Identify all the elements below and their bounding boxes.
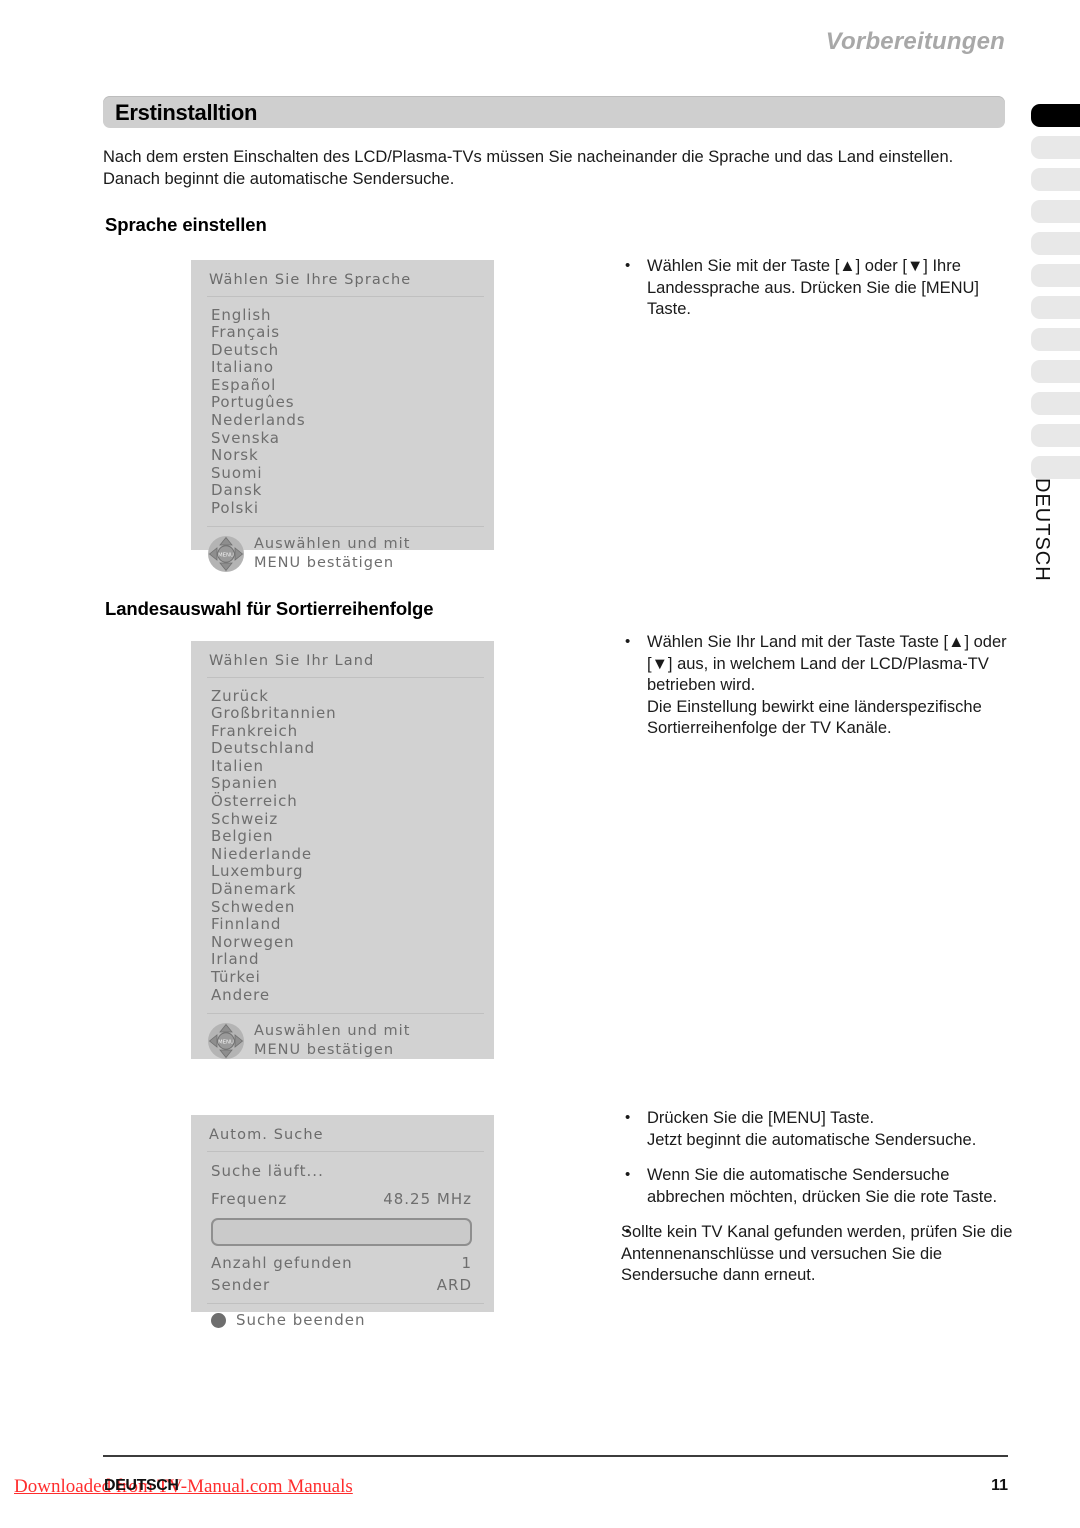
note-country: Wählen Sie Ihr Land mit der Taste Taste … (621, 631, 1013, 754)
osd-language-item-5[interactable]: Español (211, 376, 494, 394)
footer-divider (103, 1455, 1008, 1457)
watermark-text: Downloaded from TV-Manual.com Manuals (14, 1476, 353, 1497)
paragraph-search-hint: Sollte kein TV Kanal gefunden werden, pr… (621, 1221, 1013, 1287)
row-found-count: Anzahl gefunden 1 (191, 1252, 494, 1274)
station-value: ARD (436, 1276, 472, 1294)
osd-language-item-10[interactable]: Suomi (211, 464, 494, 482)
osd-country-item-9[interactable]: Belgien (211, 828, 494, 846)
osd-country-item-5[interactable]: Italien (211, 757, 494, 775)
osd-language-item-3[interactable]: Deutsch (211, 341, 494, 359)
osd-language-item-7[interactable]: Nederlands (211, 412, 494, 430)
osd-language-item-12[interactable]: Polski (211, 500, 494, 518)
osd-country-item-14[interactable]: Finnland (211, 916, 494, 934)
side-index-tab-7[interactable] (1031, 296, 1080, 319)
heading-country-selection: Landesauswahl für Sortierreihenfolge (105, 598, 434, 619)
side-index-tab-11[interactable] (1031, 424, 1080, 447)
osd-country-item-8[interactable]: Schweiz (211, 810, 494, 828)
osd-language-item-6[interactable]: Portugûes (211, 394, 494, 412)
side-index-tab-6[interactable] (1031, 264, 1080, 287)
side-index-tab-1[interactable] (1031, 104, 1080, 127)
frequency-value: 48.25 MHz (383, 1190, 472, 1208)
osd-language-footer-line1: Auswählen und mit (254, 536, 411, 553)
stop-search-row[interactable]: Suche beenden (191, 1304, 494, 1329)
osd-country-item-12[interactable]: Dänemark (211, 881, 494, 899)
osd-language-footer-text: Auswählen und mit MENU bestätigen (254, 535, 410, 573)
row-station: Sender ARD (191, 1274, 494, 1296)
heading-language-setting: Sprache einstellen (105, 214, 267, 235)
osd-country-item-16[interactable]: Irland (211, 951, 494, 969)
osd-country-item-2[interactable]: Großbritannien (211, 705, 494, 723)
side-index-tab-4[interactable] (1031, 200, 1080, 223)
osd-language-title: Wählen Sie Ihre Sprache (209, 272, 412, 288)
bullet-search-2: Wenn Sie die automatische Sendersuche ab… (621, 1164, 1013, 1208)
page-title: Erstinstalltion (115, 100, 258, 125)
osd-country-item-4[interactable]: Deutschland (211, 740, 494, 758)
dpad-menu-icon[interactable]: MENU (207, 1022, 245, 1060)
osd-country-item-17[interactable]: Türkei (211, 969, 494, 987)
red-button-icon (211, 1312, 226, 1328)
osd-country-list[interactable]: Zurück Großbritannien Frankreich Deutschlan… (191, 678, 494, 1013)
osd-country-footer: MENU Auswählen und mit MENU bestätigen (191, 1014, 494, 1068)
dpad-menu-icon[interactable]: MENU (207, 535, 245, 573)
osd-language-item-9[interactable]: Norsk (211, 447, 494, 465)
osd-country-item-13[interactable]: Schweden (211, 898, 494, 916)
osd-language-list[interactable]: English Français Deutsch Italiano Español Por… (191, 297, 494, 526)
bullet-search-1: Drücken Sie die [MENU] Taste.Jetzt begin… (621, 1107, 1013, 1151)
osd-language-footer-line2: MENU bestätigen (254, 555, 395, 572)
osd-autosearch-title: Autom. Suche (209, 1127, 324, 1143)
station-label: Sender (211, 1276, 271, 1294)
osd-country-item-3[interactable]: Frankreich (211, 722, 494, 740)
osd-language-item-11[interactable]: Dansk (211, 482, 494, 500)
chapter-header: Vorbereitungen (825, 28, 1005, 55)
osd-autosearch-status: Suche läuft... (211, 1162, 324, 1180)
osd-language-footer: MENU Auswählen und mit MENU bestätigen (191, 527, 494, 581)
svg-text:MENU: MENU (218, 1039, 234, 1045)
side-index-tab-9[interactable] (1031, 360, 1080, 383)
frequency-label: Frequenz (211, 1190, 288, 1208)
side-index-tab-8[interactable] (1031, 328, 1080, 351)
osd-country-item-6[interactable]: Spanien (211, 775, 494, 793)
osd-language-item-8[interactable]: Svenska (211, 429, 494, 447)
osd-country-item-7[interactable]: Österreich (211, 793, 494, 811)
osd-country-title: Wählen Sie Ihr Land (209, 653, 375, 669)
sidebar-language-label: DEUTSCH (1031, 478, 1053, 582)
osd-language-item-1[interactable]: English (211, 306, 494, 324)
side-index-tab-3[interactable] (1031, 168, 1080, 191)
osd-country-item-10[interactable]: Niederlande (211, 845, 494, 863)
row-frequency: Frequenz 48.25 MHz (191, 1188, 494, 1210)
osd-language-panel: Wählen Sie Ihre Sprache English Français D… (191, 260, 494, 573)
osd-language-item-4[interactable]: Italiano (211, 359, 494, 377)
intro-paragraph: Nach dem ersten Einschalten des LCD/Plas… (103, 148, 954, 188)
footer-language: DEUTSCH (104, 1477, 179, 1494)
footer-page-number: 11 (991, 1477, 1008, 1494)
osd-country-footer-line1: Auswählen und mit (254, 1022, 411, 1039)
osd-country-item-11[interactable]: Luxemburg (211, 863, 494, 881)
side-index-tab-12[interactable] (1031, 456, 1080, 479)
osd-country-item-18[interactable]: Andere (211, 986, 494, 1004)
note-autosearch: Drücken Sie die [MENU] Taste.Jetzt begin… (621, 1107, 1013, 1287)
stop-search-label: Suche beenden (236, 1311, 366, 1329)
osd-country-panel: Wählen Sie Ihr Land Zurück Großbritannien… (191, 641, 494, 1059)
found-value: 1 (461, 1254, 472, 1272)
note-language: Wählen Sie mit der Taste [▲] oder [▼] Ih… (621, 255, 1013, 335)
osd-language-item-2[interactable]: Français (211, 324, 494, 342)
osd-country-footer-text: Auswählen und mit MENU bestätigen (254, 1022, 410, 1060)
found-label: Anzahl gefunden (211, 1254, 353, 1272)
svg-text:MENU: MENU (218, 553, 234, 559)
osd-autosearch-panel: Autom. Suche Suche läuft... Frequenz 48.… (191, 1115, 494, 1329)
side-index-tabs (1031, 104, 1080, 488)
side-index-tab-2[interactable] (1031, 136, 1080, 159)
side-index-tab-10[interactable] (1031, 392, 1080, 415)
osd-country-item-15[interactable]: Norwegen (211, 933, 494, 951)
section-title-bar: Erstinstalltion (103, 96, 1005, 128)
osd-country-footer-line2: MENU bestätigen (254, 1041, 395, 1058)
side-index-tab-5[interactable] (1031, 232, 1080, 255)
bullet-country-1: Wählen Sie Ihr Land mit der Taste Taste … (621, 631, 1013, 740)
bullet-language-1: Wählen Sie mit der Taste [▲] oder [▼] Ih… (621, 255, 1013, 321)
osd-country-item-1[interactable]: Zurück (211, 687, 494, 705)
search-progress-bar (211, 1218, 472, 1246)
